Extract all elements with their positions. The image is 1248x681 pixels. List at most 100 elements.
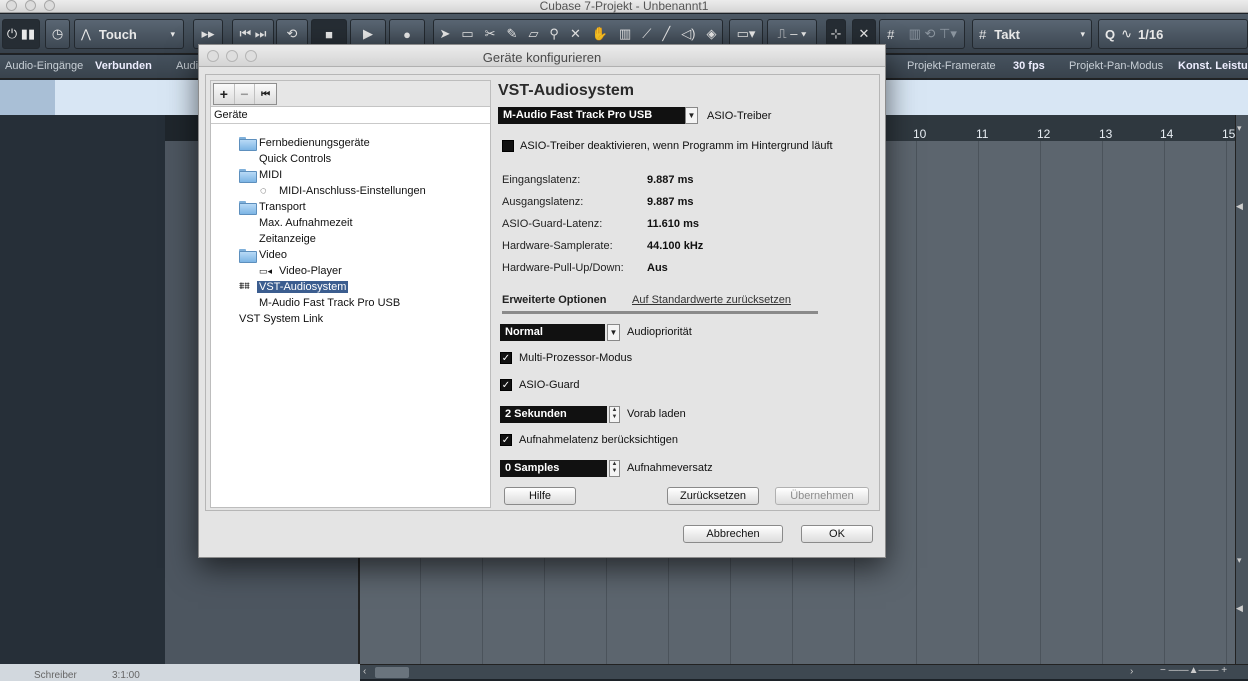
tree-item-time-display[interactable]: Zeitanzeige <box>259 232 316 247</box>
help-button[interactable]: Hilfe <box>504 487 576 505</box>
add-device-button[interactable]: + <box>214 84 235 104</box>
horizontal-scrollbar[interactable]: ‹ › − ――▲―― + <box>360 664 1248 679</box>
framerate-label: Projekt-Framerate <box>907 60 996 72</box>
reset-defaults-link[interactable]: Auf Standardwerte zurücksetzen <box>632 294 791 306</box>
zoom-slider-icon[interactable]: ◀ <box>1236 201 1243 212</box>
chevron-down-icon[interactable]: ▼ <box>685 107 698 124</box>
window-title: Cubase 7-Projekt - Unbenannt1 <box>539 0 709 13</box>
activate-project-button[interactable]: ⏻ ▮▮ <box>2 19 40 49</box>
asio-guard-latency-value: 11.610 ms <box>647 218 699 230</box>
framerate-value[interactable]: 30 fps <box>1013 60 1045 72</box>
grid-type-select[interactable]: # Takt ▾ <box>972 19 1092 49</box>
record-latency-checkbox[interactable]: ✓ <box>500 434 512 446</box>
tree-item-remote-devices[interactable]: Fernbedienungsgeräte <box>239 136 370 151</box>
asio-guard-checkbox[interactable]: ✓ <box>500 379 512 391</box>
status-right-text: 3:1:00 <box>112 670 140 681</box>
audio-priority-label: Audiopriorität <box>627 326 692 338</box>
comp-tool-icon[interactable]: ▥ <box>619 26 631 42</box>
inspector-panel <box>0 115 165 665</box>
device-tree-panel: + − ⏮ Geräte Fernbedienungsgeräte Quick … <box>210 80 491 508</box>
tree-item-quick-controls[interactable]: Quick Controls <box>259 152 331 167</box>
asio-driver-label: ASIO-Treiber <box>707 110 772 122</box>
audio-inputs-value[interactable]: Verbunden <box>95 60 152 72</box>
audio-priority-select[interactable]: Normal <box>500 324 605 341</box>
remove-device-button[interactable]: − <box>235 84 256 104</box>
split-tool-icon[interactable]: ✂ <box>485 26 496 42</box>
play-icon: ▶ <box>363 26 373 41</box>
scroll-left-icon[interactable]: ‹ <box>363 666 366 677</box>
apply-button[interactable]: Übernehmen <box>775 487 869 505</box>
deactivate-driver-checkbox[interactable] <box>502 140 514 152</box>
automation-mode-label: Touch <box>98 26 137 42</box>
speaker-tool-icon[interactable]: ◁) <box>681 26 695 42</box>
zoom-tool-icon[interactable]: ⚲ <box>549 26 559 42</box>
reset-button[interactable]: Zurücksetzen <box>667 487 759 505</box>
tree-item-video[interactable]: Video <box>239 248 287 263</box>
menu-icon[interactable]: ▾ <box>1237 123 1242 134</box>
audio-wave-icon: ⩩⩩ <box>239 281 250 292</box>
ok-button[interactable]: OK <box>801 525 873 543</box>
eraser-tool-icon[interactable]: ▱ <box>528 26 538 42</box>
scroll-right-icon[interactable]: › <box>1130 666 1133 677</box>
preload-label: Vorab laden <box>627 408 686 420</box>
tree-column-header[interactable]: Geräte <box>211 108 490 124</box>
reset-device-button[interactable]: ⏮ <box>255 84 276 104</box>
tab-advanced-options[interactable]: Erweiterte Optionen <box>502 294 607 306</box>
tree-item-midi[interactable]: MIDI <box>239 168 282 183</box>
range-tool-icon[interactable]: ▭ <box>461 26 473 42</box>
chevron-down-icon[interactable]: ▼ <box>607 324 620 341</box>
record-offset-label: Aufnahmeversatz <box>627 462 713 474</box>
color-tool-icon[interactable]: ◈ <box>707 26 717 42</box>
pencil-tool-icon[interactable]: ✎ <box>507 26 518 42</box>
status-bar: Schreiber 3:1:00 <box>0 664 360 681</box>
vertical-scrollbar[interactable]: ▾ ◀ ▾ ◀ <box>1235 115 1248 665</box>
folder-icon <box>239 249 257 263</box>
tree-item-vst-audio-system[interactable]: ⩩⩩ VST-Audiosystem <box>239 280 349 295</box>
vst-audio-system-panel: VST-Audiosystem M-Audio Fast Track Pro U… <box>498 75 878 505</box>
audio-inputs-label: Audio-Eingänge <box>5 60 84 72</box>
constrain-delay-button[interactable]: ◷ <box>45 19 70 49</box>
tree-item-transport[interactable]: Transport <box>239 200 306 215</box>
layout-icon: ▮▮ <box>20 26 36 41</box>
preload-stepper[interactable]: ▲ ▼ <box>609 406 620 423</box>
tree-item-audio-interface[interactable]: M-Audio Fast Track Pro USB <box>259 296 400 311</box>
tree-item-label: Max. Aufnahmezeit <box>259 217 353 229</box>
input-latency-value: 9.887 ms <box>647 174 694 186</box>
color-swatch-icon: ▭▾ <box>736 26 756 41</box>
zoom-slider[interactable]: − ――▲―― + <box>1160 665 1227 676</box>
zoom-handle-icon[interactable]: ◀ <box>1236 603 1243 614</box>
cycle-icon: ⟲ <box>286 26 298 41</box>
asio-driver-select[interactable]: M-Audio Fast Track Pro USB <box>498 107 685 124</box>
line-tool-icon[interactable]: ╱ <box>662 26 670 42</box>
snap-icon: ✕ <box>858 26 870 41</box>
tree-item-video-player[interactable]: ▭◂ Video-Player <box>259 264 342 279</box>
input-latency-label: Eingangslatenz: <box>502 174 581 186</box>
arrow-tool-icon[interactable]: ➤ <box>439 26 450 42</box>
record-offset-stepper[interactable]: ▲ ▼ <box>609 460 620 477</box>
mute-tool-icon[interactable]: ✕ <box>570 26 581 42</box>
tree-item-midi-port-setup[interactable]: ◌ MIDI-Anschluss-Einstellungen <box>259 184 426 199</box>
record-offset-field[interactable]: 0 Samples <box>500 460 607 477</box>
asio-guard-label: ASIO-Guard <box>519 379 580 391</box>
tree-item-max-record-time[interactable]: Max. Aufnahmezeit <box>259 216 353 231</box>
pan-mode-value[interactable]: Konst. Leistu <box>1178 60 1248 72</box>
pan-mode-label: Projekt-Pan-Modus <box>1069 60 1164 72</box>
timewarp-tool-icon[interactable]: ⟋ <box>642 26 651 42</box>
automation-mode-select[interactable]: ⋀ Touch ▾ <box>74 19 184 49</box>
cancel-button[interactable]: Abbrechen <box>683 525 783 543</box>
scroll-thumb[interactable] <box>375 667 409 678</box>
tree-item-label: Zeitanzeige <box>259 233 316 245</box>
grid-tools[interactable]: # ▥ ⟲ ⊤▾ <box>879 19 965 49</box>
chevron-down-icon[interactable]: ▾ <box>1237 555 1242 566</box>
overview-selection[interactable] <box>0 80 55 115</box>
tree-item-vst-system-link[interactable]: VST System Link <box>239 312 323 327</box>
hand-tool-icon[interactable]: ✋ <box>592 26 608 42</box>
grid-type-label: Takt <box>994 26 1020 42</box>
preload-field[interactable]: 2 Sekunden <box>500 406 607 423</box>
quantize-select[interactable]: Q ∿ 1/16 <box>1098 19 1248 49</box>
quantize-wave-icon: ∿ <box>1121 26 1133 41</box>
skip-back-icon: ⏮ ⏭ <box>239 26 267 41</box>
output-latency-label: Ausgangslatenz: <box>502 196 584 208</box>
tab-divider <box>502 311 818 314</box>
multiprocessor-checkbox[interactable]: ✓ <box>500 352 512 364</box>
